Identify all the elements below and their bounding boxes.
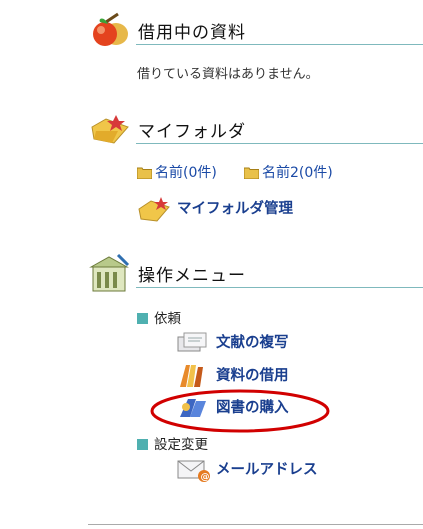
settings-category: 設定変更 <box>137 433 208 453</box>
email-icon: @ <box>177 460 210 483</box>
email-settings-label: メールアドレス <box>216 462 318 478</box>
myfolder-manage-link[interactable]: マイフォルダ管理 <box>137 195 293 223</box>
loans-divider <box>136 44 423 45</box>
loans-title: 借用中の資料 <box>138 23 246 43</box>
copy-request-label: 文献の複写 <box>216 335 289 351</box>
myfolder-title: マイフォルダ <box>138 122 246 142</box>
folder-icon <box>244 167 259 179</box>
email-settings-link[interactable]: @ メールアドレス <box>176 457 318 483</box>
request-category-label: 依頼 <box>154 311 181 327</box>
loan-request-label: 資料の借用 <box>216 368 289 384</box>
highlight-ellipse <box>150 389 330 433</box>
building-icon <box>89 253 130 292</box>
documents-icon <box>177 332 207 352</box>
myfolder-divider <box>136 143 423 144</box>
myfolder-manage-label: マイフォルダ管理 <box>177 201 293 217</box>
myfolder-header: マイフォルダ <box>88 109 423 153</box>
folder-link-2-label: 名前2(0件) <box>262 165 333 181</box>
menu-divider <box>136 287 423 288</box>
copy-request-link[interactable]: 文献の複写 <box>176 331 289 355</box>
category-square-icon <box>137 313 148 324</box>
settings-category-label: 設定変更 <box>154 437 208 453</box>
folder-link-2[interactable]: 名前2(0件) <box>244 162 333 182</box>
folder-star-icon <box>91 115 129 144</box>
folder-icon <box>137 167 152 179</box>
request-category: 依頼 <box>137 307 181 327</box>
loan-request-link[interactable]: 資料の借用 <box>176 363 289 389</box>
bottom-divider <box>88 524 423 525</box>
svg-text:@: @ <box>201 473 210 483</box>
loans-header: 借用中の資料 <box>88 10 423 54</box>
books-icon <box>180 365 203 387</box>
folder-link-1[interactable]: 名前(0件) <box>137 162 217 182</box>
category-square-icon <box>137 439 148 450</box>
folder-link-1-label: 名前(0件) <box>155 165 217 181</box>
folder-star-icon <box>138 197 170 222</box>
apple-pencil-icon <box>93 12 128 46</box>
menu-title: 操作メニュー <box>138 266 246 286</box>
menu-header: 操作メニュー <box>88 253 423 297</box>
loans-empty-note: 借りている資料はありません。 <box>137 67 319 82</box>
